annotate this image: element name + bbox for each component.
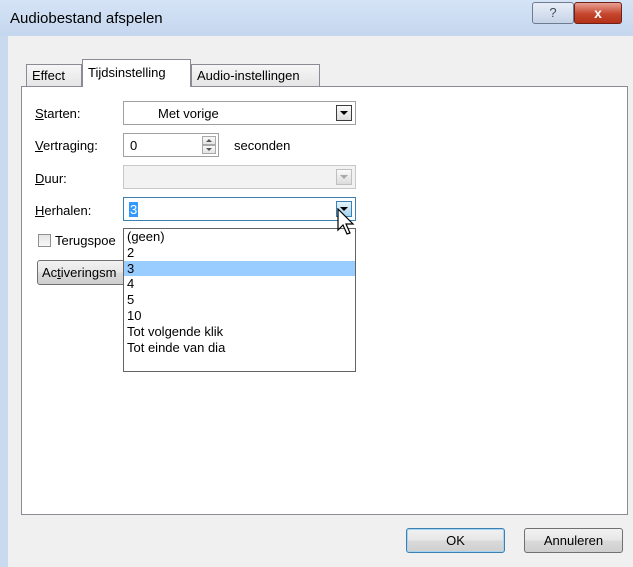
list-item[interactable]: 10 <box>124 308 355 324</box>
starten-label: Starten: <box>35 106 81 121</box>
seconden-label: seconden <box>234 138 291 153</box>
starten-dropdown-button[interactable] <box>336 105 352 121</box>
tab-audio-instellingen[interactable]: Audio-instellingen <box>191 64 320 86</box>
ok-button[interactable]: OK <box>406 528 505 553</box>
mouse-cursor-icon <box>337 208 355 235</box>
chevron-down-icon <box>340 111 348 115</box>
herhalen-value: 3 <box>129 202 139 217</box>
window-frame-left <box>0 36 8 567</box>
list-item[interactable]: (geen) <box>124 229 355 245</box>
close-button[interactable]: x <box>574 2 622 24</box>
terugspoelen-checkbox[interactable] <box>38 234 51 247</box>
arrow-up-icon <box>206 139 212 142</box>
vertraging-label: Vertraging: <box>35 138 98 153</box>
list-item-selected[interactable]: 3 <box>124 260 355 277</box>
herhalen-select[interactable]: 3 <box>123 197 356 221</box>
starten-value: Met vorige <box>158 106 219 121</box>
activering-button[interactable]: Activeringsm <box>37 260 137 285</box>
window-title: Audiobestand afspelen <box>10 10 163 27</box>
duur-select <box>123 165 356 189</box>
herhalen-label: Herhalen: <box>35 203 92 218</box>
vertraging-value: 0 <box>130 138 138 153</box>
list-item[interactable]: Tot volgende klik <box>124 324 355 340</box>
dialog-window: Audiobestand afspelen ? x Effect Tijdsin… <box>0 0 633 567</box>
title-bar[interactable]: Audiobestand afspelen ? x <box>0 0 633 36</box>
list-item[interactable]: Tot einde van dia <box>124 340 355 356</box>
list-item[interactable]: 5 <box>124 292 355 308</box>
spin-up-button[interactable] <box>202 136 216 145</box>
starten-select[interactable]: Met vorige <box>123 101 356 125</box>
tab-effect[interactable]: Effect <box>26 64 82 86</box>
herhalen-dropdown-list[interactable]: (geen) 2 3 4 5 10 Tot volgende klik Tot … <box>123 228 356 372</box>
chevron-down-icon <box>340 175 348 179</box>
spin-down-button[interactable] <box>202 145 216 154</box>
vertraging-input[interactable]: 0 <box>123 133 219 157</box>
list-item[interactable]: 4 <box>124 276 355 292</box>
tab-tijdsinstelling[interactable]: Tijdsinstelling <box>82 59 191 87</box>
cancel-button[interactable]: Annuleren <box>524 528 623 553</box>
terugspoelen-label: Terugspoe <box>55 233 116 248</box>
help-button[interactable]: ? <box>532 2 574 24</box>
list-item[interactable]: 2 <box>124 245 355 261</box>
arrow-down-icon <box>206 148 212 151</box>
duur-dropdown-button <box>336 169 352 185</box>
duur-label: Duur: <box>35 171 67 186</box>
